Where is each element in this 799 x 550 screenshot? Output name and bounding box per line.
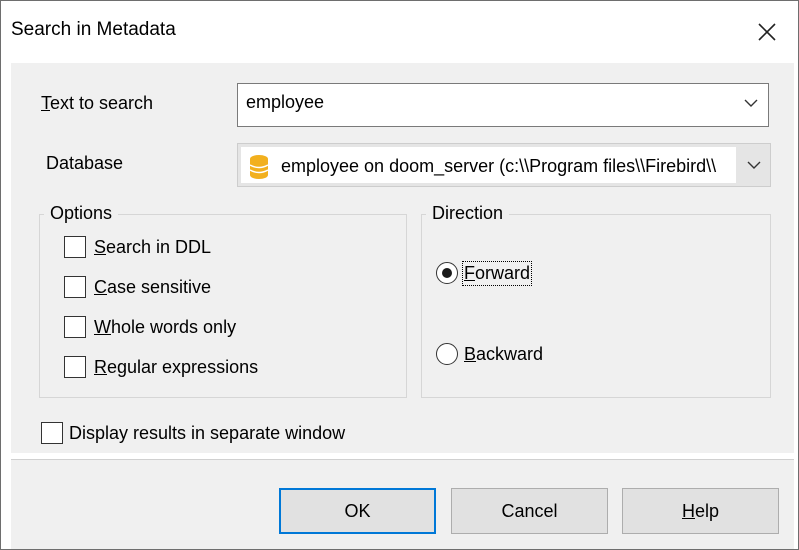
case-sensitive-checkbox[interactable]: Case sensitive [64,276,211,298]
display-separate-label: Display results in separate window [69,422,346,443]
whole-words-checkbox[interactable]: Whole words only [64,316,236,338]
help-rest: elp [694,500,720,521]
database-field: employee on doom_server (c:\\Program fil… [241,147,736,183]
regular-expressions-label: Regular expressions [94,357,258,378]
accel-b: B [464,343,477,364]
radio-circle[interactable] [436,343,458,365]
backward-label: Backward [464,344,543,365]
database-icon [249,155,269,179]
accel-s: S [94,236,107,257]
text-to-search-label-rest: ext to search [50,93,154,113]
forward-rest: orward [475,262,531,283]
accel-w: W [94,316,111,337]
checkbox-box[interactable] [64,316,86,338]
title-bar[interactable]: Search in Metadata [1,1,798,63]
text-to-search-label-accel: T [41,93,50,113]
search-in-ddl-rest: earch in DDL [106,236,212,257]
text-to-search-combobox[interactable]: employee [237,83,769,127]
forward-label: Forward [461,260,533,286]
chevron-down-icon[interactable] [740,92,762,114]
checkbox-box[interactable] [41,422,63,444]
chevron-down-icon[interactable] [743,154,765,176]
regular-expressions-checkbox[interactable]: Regular expressions [64,356,258,378]
text-to-search-value: employee [246,92,325,112]
close-button[interactable] [736,1,798,63]
accel-h: H [681,500,695,521]
close-icon [758,23,776,41]
help-button[interactable]: Help [622,488,779,534]
text-to-search-label: Text to search [41,93,153,114]
database-label: Database [46,153,124,173]
dialog-body: Text to search employee Database employe… [11,63,794,453]
checkbox-box[interactable] [64,276,86,298]
database-value: employee on doom_server (c:\\Program fil… [281,156,717,176]
button-bar: OK Cancel Help [11,460,794,549]
options-group-title: Options [44,203,119,224]
checkbox-box[interactable] [64,356,86,378]
checkbox-box[interactable] [64,236,86,258]
search-in-ddl-label: Search in DDL [94,237,211,258]
whole-words-rest: hole words only [111,316,237,337]
accel-f: F [464,262,475,283]
backward-radio[interactable]: Backward [436,343,543,365]
direction-group: Direction [421,203,771,398]
radio-circle[interactable] [436,262,458,284]
search-in-ddl-checkbox[interactable]: Search in DDL [64,236,211,258]
forward-radio[interactable]: Forward [436,260,533,286]
whole-words-label: Whole words only [94,317,236,338]
window-title: Search in Metadata [11,19,176,40]
cancel-button[interactable]: Cancel [451,488,608,534]
case-sensitive-label: Case sensitive [94,277,211,298]
database-combobox[interactable]: employee on doom_server (c:\\Program fil… [237,143,771,187]
accel-c: C [94,276,107,297]
case-sensitive-rest: ase sensitive [107,276,212,297]
display-separate-checkbox[interactable]: Display results in separate window [41,422,345,444]
backward-rest: ackward [476,343,544,364]
search-metadata-dialog: Search in Metadata Text to search employ… [0,0,799,550]
ok-button[interactable]: OK [279,488,436,534]
direction-group-title: Direction [426,203,510,224]
accel-r: R [94,356,107,377]
regular-expressions-rest: egular expressions [107,356,259,377]
